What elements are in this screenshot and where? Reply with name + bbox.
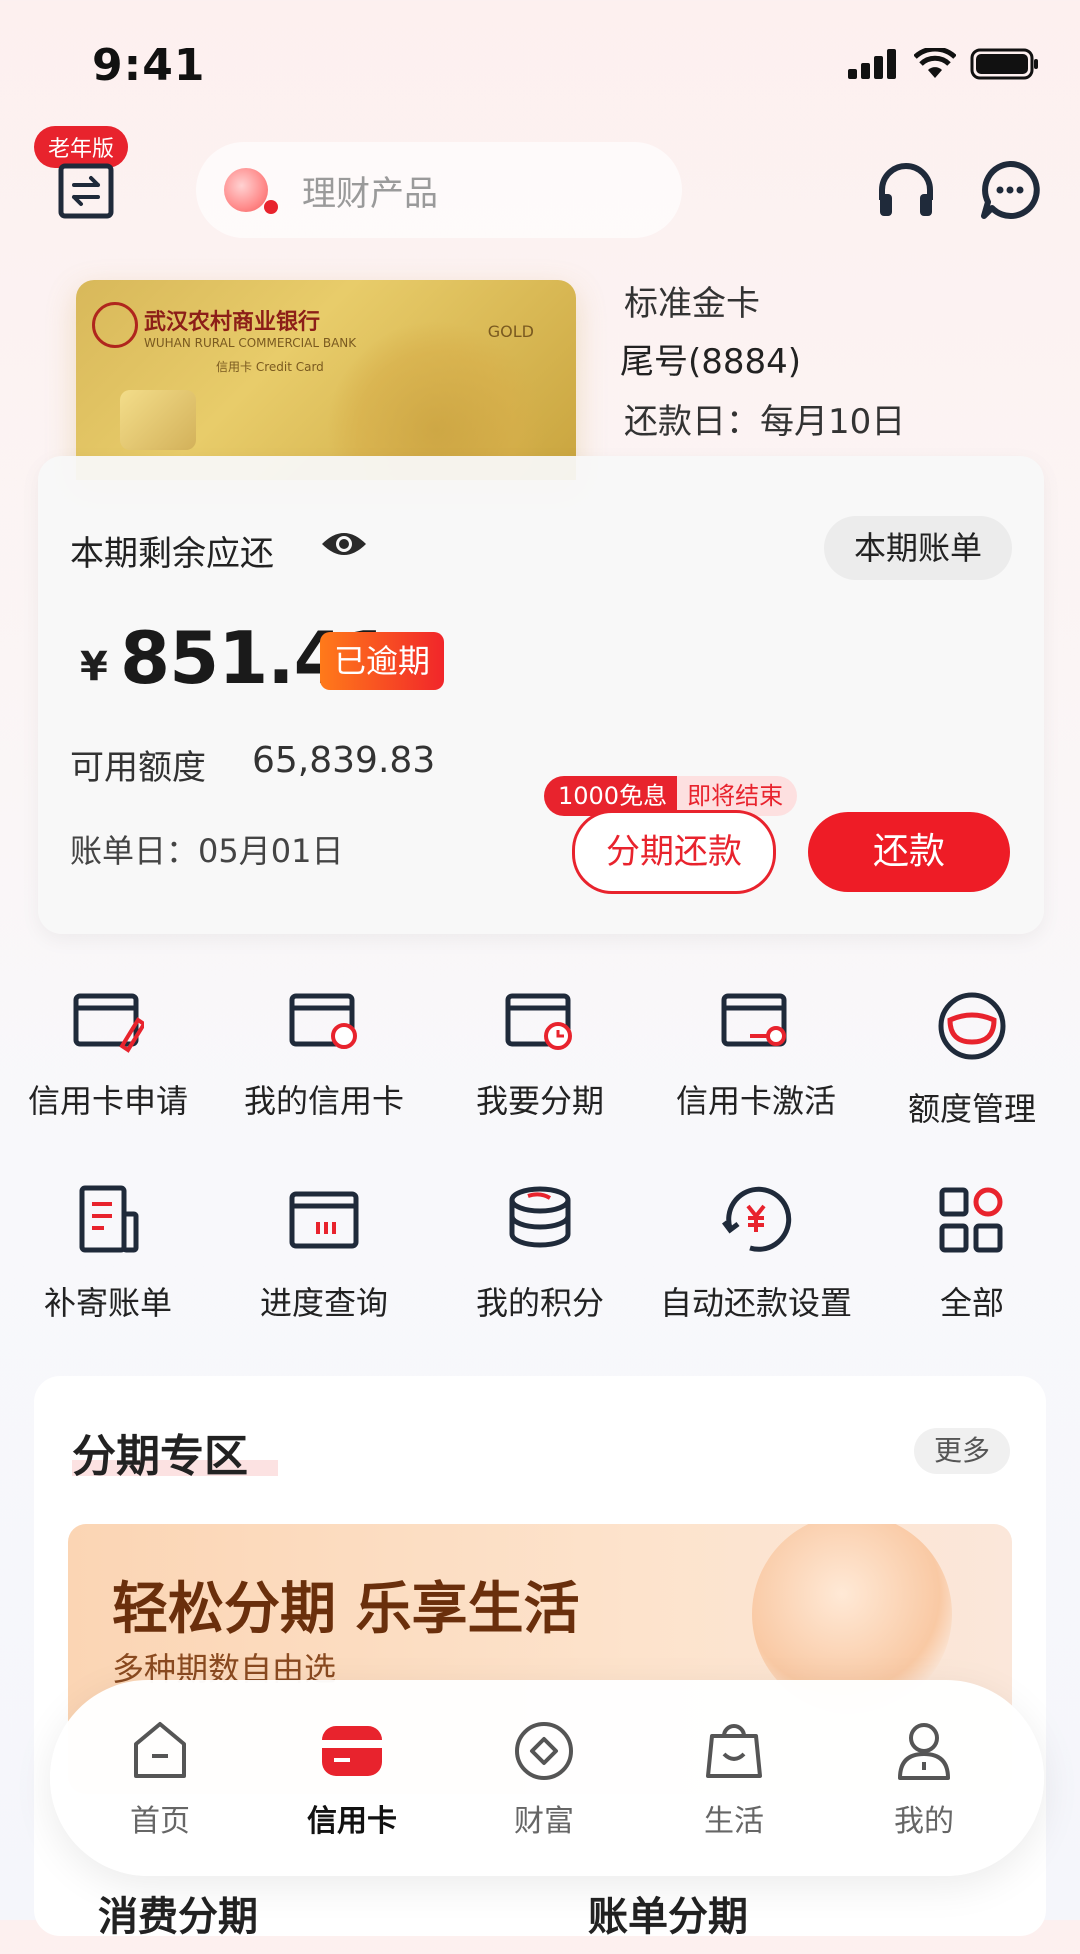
service-my-card[interactable]: 我的信用卡: [216, 990, 432, 1122]
bill-installment-link[interactable]: 账单分期: [588, 1884, 748, 1942]
section-title: 分期专区: [72, 1431, 248, 1482]
service-card-activate[interactable]: 信用卡激活: [648, 990, 864, 1122]
card-name: 标准金卡: [624, 284, 760, 324]
switch-mode-icon[interactable]: [58, 163, 114, 219]
available-credit-label: 可用额度: [70, 748, 206, 788]
overdue-badge: 已逾期: [320, 632, 445, 690]
tab-label: 首页: [130, 1804, 190, 1839]
card-chip: [120, 390, 196, 450]
service-label: 我的信用卡: [243, 1082, 404, 1120]
card-type-label: 信用卡 Credit Card: [216, 360, 324, 374]
tab-life[interactable]: 生活: [654, 1720, 814, 1840]
repay-button[interactable]: 还款: [808, 812, 1010, 892]
service-card-apply[interactable]: 信用卡申请: [0, 990, 216, 1122]
tab-credit-card[interactable]: 信用卡: [272, 1720, 432, 1840]
life-bag-icon: [706, 1724, 762, 1778]
service-auto-repay[interactable]: 自动还款设置: [648, 1184, 864, 1324]
tab-label: 财富: [514, 1804, 574, 1839]
service-progress[interactable]: 进度查询: [216, 1184, 432, 1324]
status-icons: [848, 48, 1040, 80]
status-time: 9:41: [92, 40, 206, 91]
my-card-icon: [289, 993, 357, 1049]
home-icon: [134, 1722, 186, 1778]
installment-repay-button[interactable]: 分期还款: [572, 810, 776, 894]
all-grid-icon: [939, 1187, 1003, 1253]
service-all[interactable]: 全部: [864, 1184, 1080, 1324]
eye-icon[interactable]: [320, 528, 368, 560]
card-tail-number: 尾号(8884): [620, 342, 802, 382]
search-placeholder: 理财产品: [302, 173, 438, 214]
tab-label: 生活: [704, 1804, 764, 1839]
bill-day: 账单日：05月01日: [70, 832, 344, 870]
tab-profile[interactable]: 我的: [844, 1720, 1004, 1840]
search-input[interactable]: 理财产品: [196, 142, 682, 238]
currency-symbol: ¥: [80, 644, 108, 690]
wifi-icon: [914, 48, 956, 78]
limit-gauge-icon: [938, 992, 1006, 1060]
installment-cards: 消费分期 账单分期: [68, 1874, 1012, 1954]
progress-query-icon: [289, 1191, 359, 1249]
bank-logo-icon: [92, 302, 138, 348]
service-label: 补寄账单: [43, 1284, 172, 1322]
card-bank-name: 武汉农村商业银行: [144, 309, 321, 335]
tab-home[interactable]: 首页: [80, 1720, 240, 1840]
consumer-installment-link[interactable]: 消费分期: [98, 1884, 258, 1942]
service-label: 我的积分: [475, 1284, 604, 1322]
customer-service-icon[interactable]: [876, 160, 936, 220]
message-icon[interactable]: [980, 160, 1040, 220]
service-points[interactable]: 我的积分: [432, 1184, 648, 1324]
bill-panel: 本期剩余应还 本期账单 ¥ 851.41 已逾期 可用额度 65,839.83 …: [38, 456, 1044, 934]
battery-icon: [970, 48, 1038, 80]
tab-label: 信用卡: [307, 1804, 397, 1839]
service-label: 信用卡激活: [675, 1082, 836, 1120]
auto-repay-icon: [722, 1186, 792, 1252]
statement-button[interactable]: 本期账单: [823, 516, 1012, 580]
card-bank-name-en: WUHAN RURAL COMMERCIAL BANK: [144, 336, 357, 350]
card-due-day: 还款日：每月10日: [624, 402, 906, 442]
available-credit-value: 65,839.83: [252, 740, 436, 781]
installment-clock-icon: [505, 993, 572, 1050]
credit-card-image[interactable]: 武汉农村商业银行 WUHAN RURAL COMMERCIAL BANK 信用卡…: [76, 280, 576, 480]
service-label: 全部: [939, 1284, 1004, 1322]
tab-label: 我的: [894, 1804, 954, 1839]
service-installment[interactable]: 我要分期: [432, 990, 648, 1122]
points-coins-icon: [509, 1186, 571, 1248]
card-apply-icon: [73, 993, 144, 1053]
profile-icon: [898, 1723, 950, 1780]
credit-card-icon: [322, 1726, 382, 1776]
service-label: 我要分期: [475, 1082, 604, 1120]
card-activate-icon: [721, 993, 787, 1047]
more-button[interactable]: 更多: [913, 1428, 1010, 1474]
service-bill-resend[interactable]: 补寄账单: [0, 1184, 216, 1324]
service-limit[interactable]: 额度管理: [864, 990, 1080, 1130]
service-label: 信用卡申请: [27, 1082, 188, 1120]
service-label: 额度管理: [907, 1090, 1036, 1128]
tab-wealth[interactable]: 财富: [464, 1720, 624, 1840]
bill-document-icon: [79, 1185, 139, 1253]
elder-mode-badge[interactable]: 老年版: [34, 126, 129, 168]
bill-remaining-label: 本期剩余应还: [70, 534, 274, 574]
service-label: 自动还款设置: [659, 1284, 852, 1322]
search-icon: [224, 168, 278, 214]
banner-title: 轻松分期 乐享生活: [112, 1577, 580, 1642]
signal-icon: [848, 49, 896, 79]
bottom-tab-bar: 首页 信用卡 财富 生活 我的: [50, 1680, 1044, 1876]
card-tier-mark: GOLD: [487, 322, 534, 341]
wealth-icon: [515, 1722, 573, 1780]
service-label: 进度查询: [259, 1284, 388, 1322]
